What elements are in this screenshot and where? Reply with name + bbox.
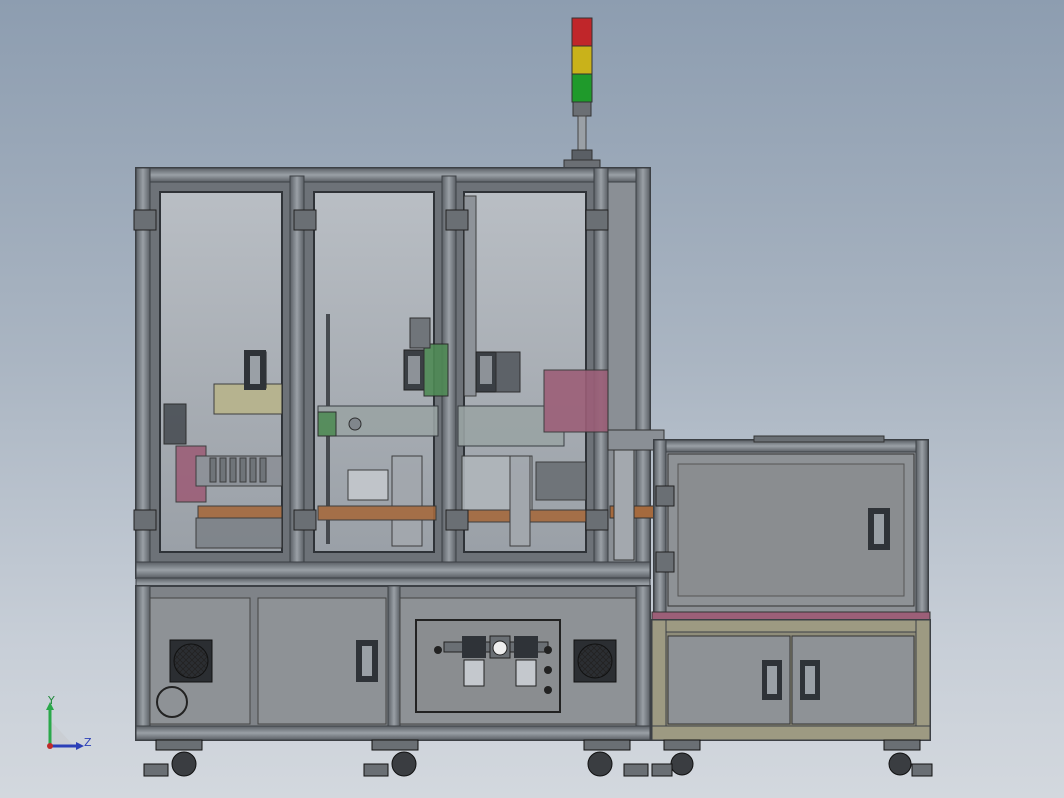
side-module-divider [651,611,931,621]
triad-axes-icon [46,702,84,750]
tower-light-icon [563,17,601,169]
fan-grille-icon [573,639,617,683]
caster-wheel-icon [143,739,933,777]
coordinate-triad: Y Z [30,694,100,764]
fan-grille-icon [169,639,213,683]
door-handle-icon[interactable] [868,508,890,550]
machine-model[interactable] [0,0,1064,798]
door-handle-icon[interactable] [356,640,378,682]
door-handle-icon[interactable] [244,350,266,390]
cad-viewport[interactable]: Y Z [0,0,1064,798]
z-axis-label: Z [84,736,92,749]
pressure-gauge-icon [492,640,508,656]
power-switch-round[interactable] [156,686,188,718]
y-axis-label: Y [48,694,55,707]
glass-door-left[interactable] [149,181,291,563]
